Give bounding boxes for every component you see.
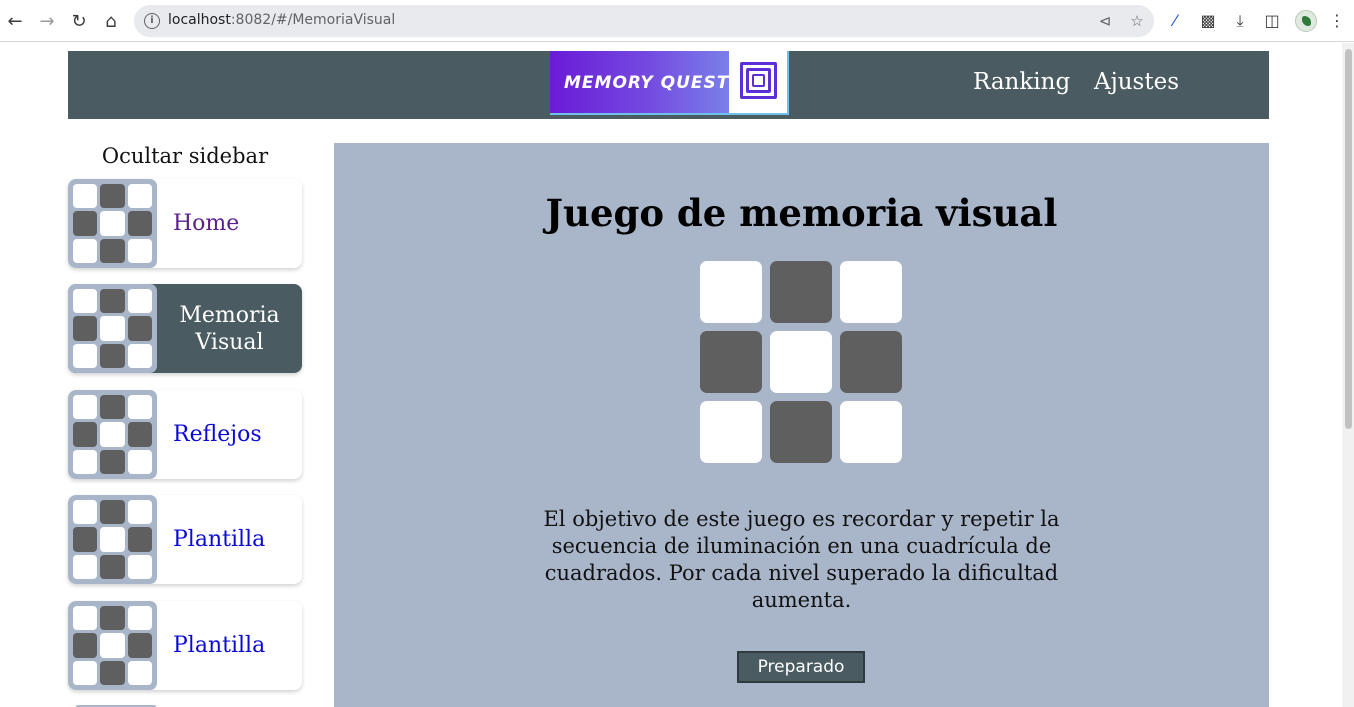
hide-sidebar-button[interactable]: Ocultar sidebar [68,144,302,168]
url-text[interactable]: localhost:8082/#/MemoriaVisual [168,12,395,28]
memory-tile[interactable] [770,331,832,393]
url-path: :8082/#/MemoriaVisual [230,12,396,28]
sidebar-item-reflejos[interactable]: Reflejos [68,390,302,479]
logo-text: MEMORY QUEST [564,73,730,93]
site-info-icon[interactable]: i [144,13,160,29]
memory-board[interactable] [700,261,902,463]
sidebar-item-label: Reflejos [173,422,262,447]
download-icon[interactable]: ⤓ [1230,11,1250,31]
nav-ranking-link[interactable]: Ranking [973,69,1070,95]
sidebar-item-label: Home [173,211,240,236]
address-bar[interactable]: i localhost:8082/#/MemoriaVisual ⊲ ☆ [134,5,1154,37]
bookmark-star-icon[interactable]: ☆ [1128,12,1146,30]
memory-grid-icon [68,601,157,690]
game-description: El objetivo de este juego es recordar y … [543,507,1060,612]
memory-grid-icon [68,390,157,479]
nav-ajustes-link[interactable]: Ajustes [1094,69,1179,95]
scrollbar-thumb[interactable] [1345,49,1352,429]
sidebar-item-memoria-visual[interactable]: Memoria Visual [68,284,302,373]
sidebar-item-label: Memoria Visual [179,302,280,355]
memory-tile[interactable] [770,261,832,323]
sidebar-item-label: Plantilla [173,527,266,552]
extensions-puzzle-icon[interactable]: ▩ [1198,11,1218,31]
memory-grid-icon [68,179,157,268]
memory-tile[interactable] [840,261,902,323]
ready-button[interactable]: Preparado [737,651,865,683]
forward-icon[interactable]: → [36,10,58,32]
pen-extension-icon[interactable]: ⁄ [1165,11,1185,31]
reload-icon[interactable]: ↻ [68,10,90,32]
memory-tile[interactable] [770,401,832,463]
side-panel-icon[interactable]: ◫ [1262,11,1282,31]
home-icon[interactable]: ⌂ [100,10,122,32]
memory-grid-icon [68,495,157,584]
memory-tile[interactable] [700,261,762,323]
memory-grid-icon [68,284,157,373]
memory-tile[interactable] [840,331,902,393]
sidebar-item-plantilla[interactable]: Plantilla [68,495,302,584]
sidebar-item-home[interactable]: Home [68,179,302,268]
page-scrollbar[interactable] [1342,43,1354,707]
url-host: localhost [168,12,231,28]
game-panel: Juego de memoria visual El objetivo de e… [334,143,1269,707]
share-icon[interactable]: ⊲ [1096,12,1114,30]
browser-toolbar: ← → ↻ ⌂ i localhost:8082/#/MemoriaVisual… [0,0,1354,42]
memory-tile[interactable] [700,331,762,393]
sidebar-item-label: Plantilla [173,633,266,658]
memory-tile[interactable] [840,401,902,463]
sidebar-item-plantilla[interactable]: Plantilla [68,601,302,690]
menu-kebab-icon[interactable]: ⋮ [1327,11,1347,31]
back-icon[interactable]: ← [4,10,26,32]
page-title: Juego de memoria visual [545,191,1058,235]
profile-avatar[interactable] [1295,10,1317,32]
site-header: MEMORY QUEST Ranking Ajustes [68,51,1269,119]
memory-tile[interactable] [700,401,762,463]
logo-mark-icon [729,51,787,113]
memory-quest-logo[interactable]: MEMORY QUEST [550,51,789,115]
